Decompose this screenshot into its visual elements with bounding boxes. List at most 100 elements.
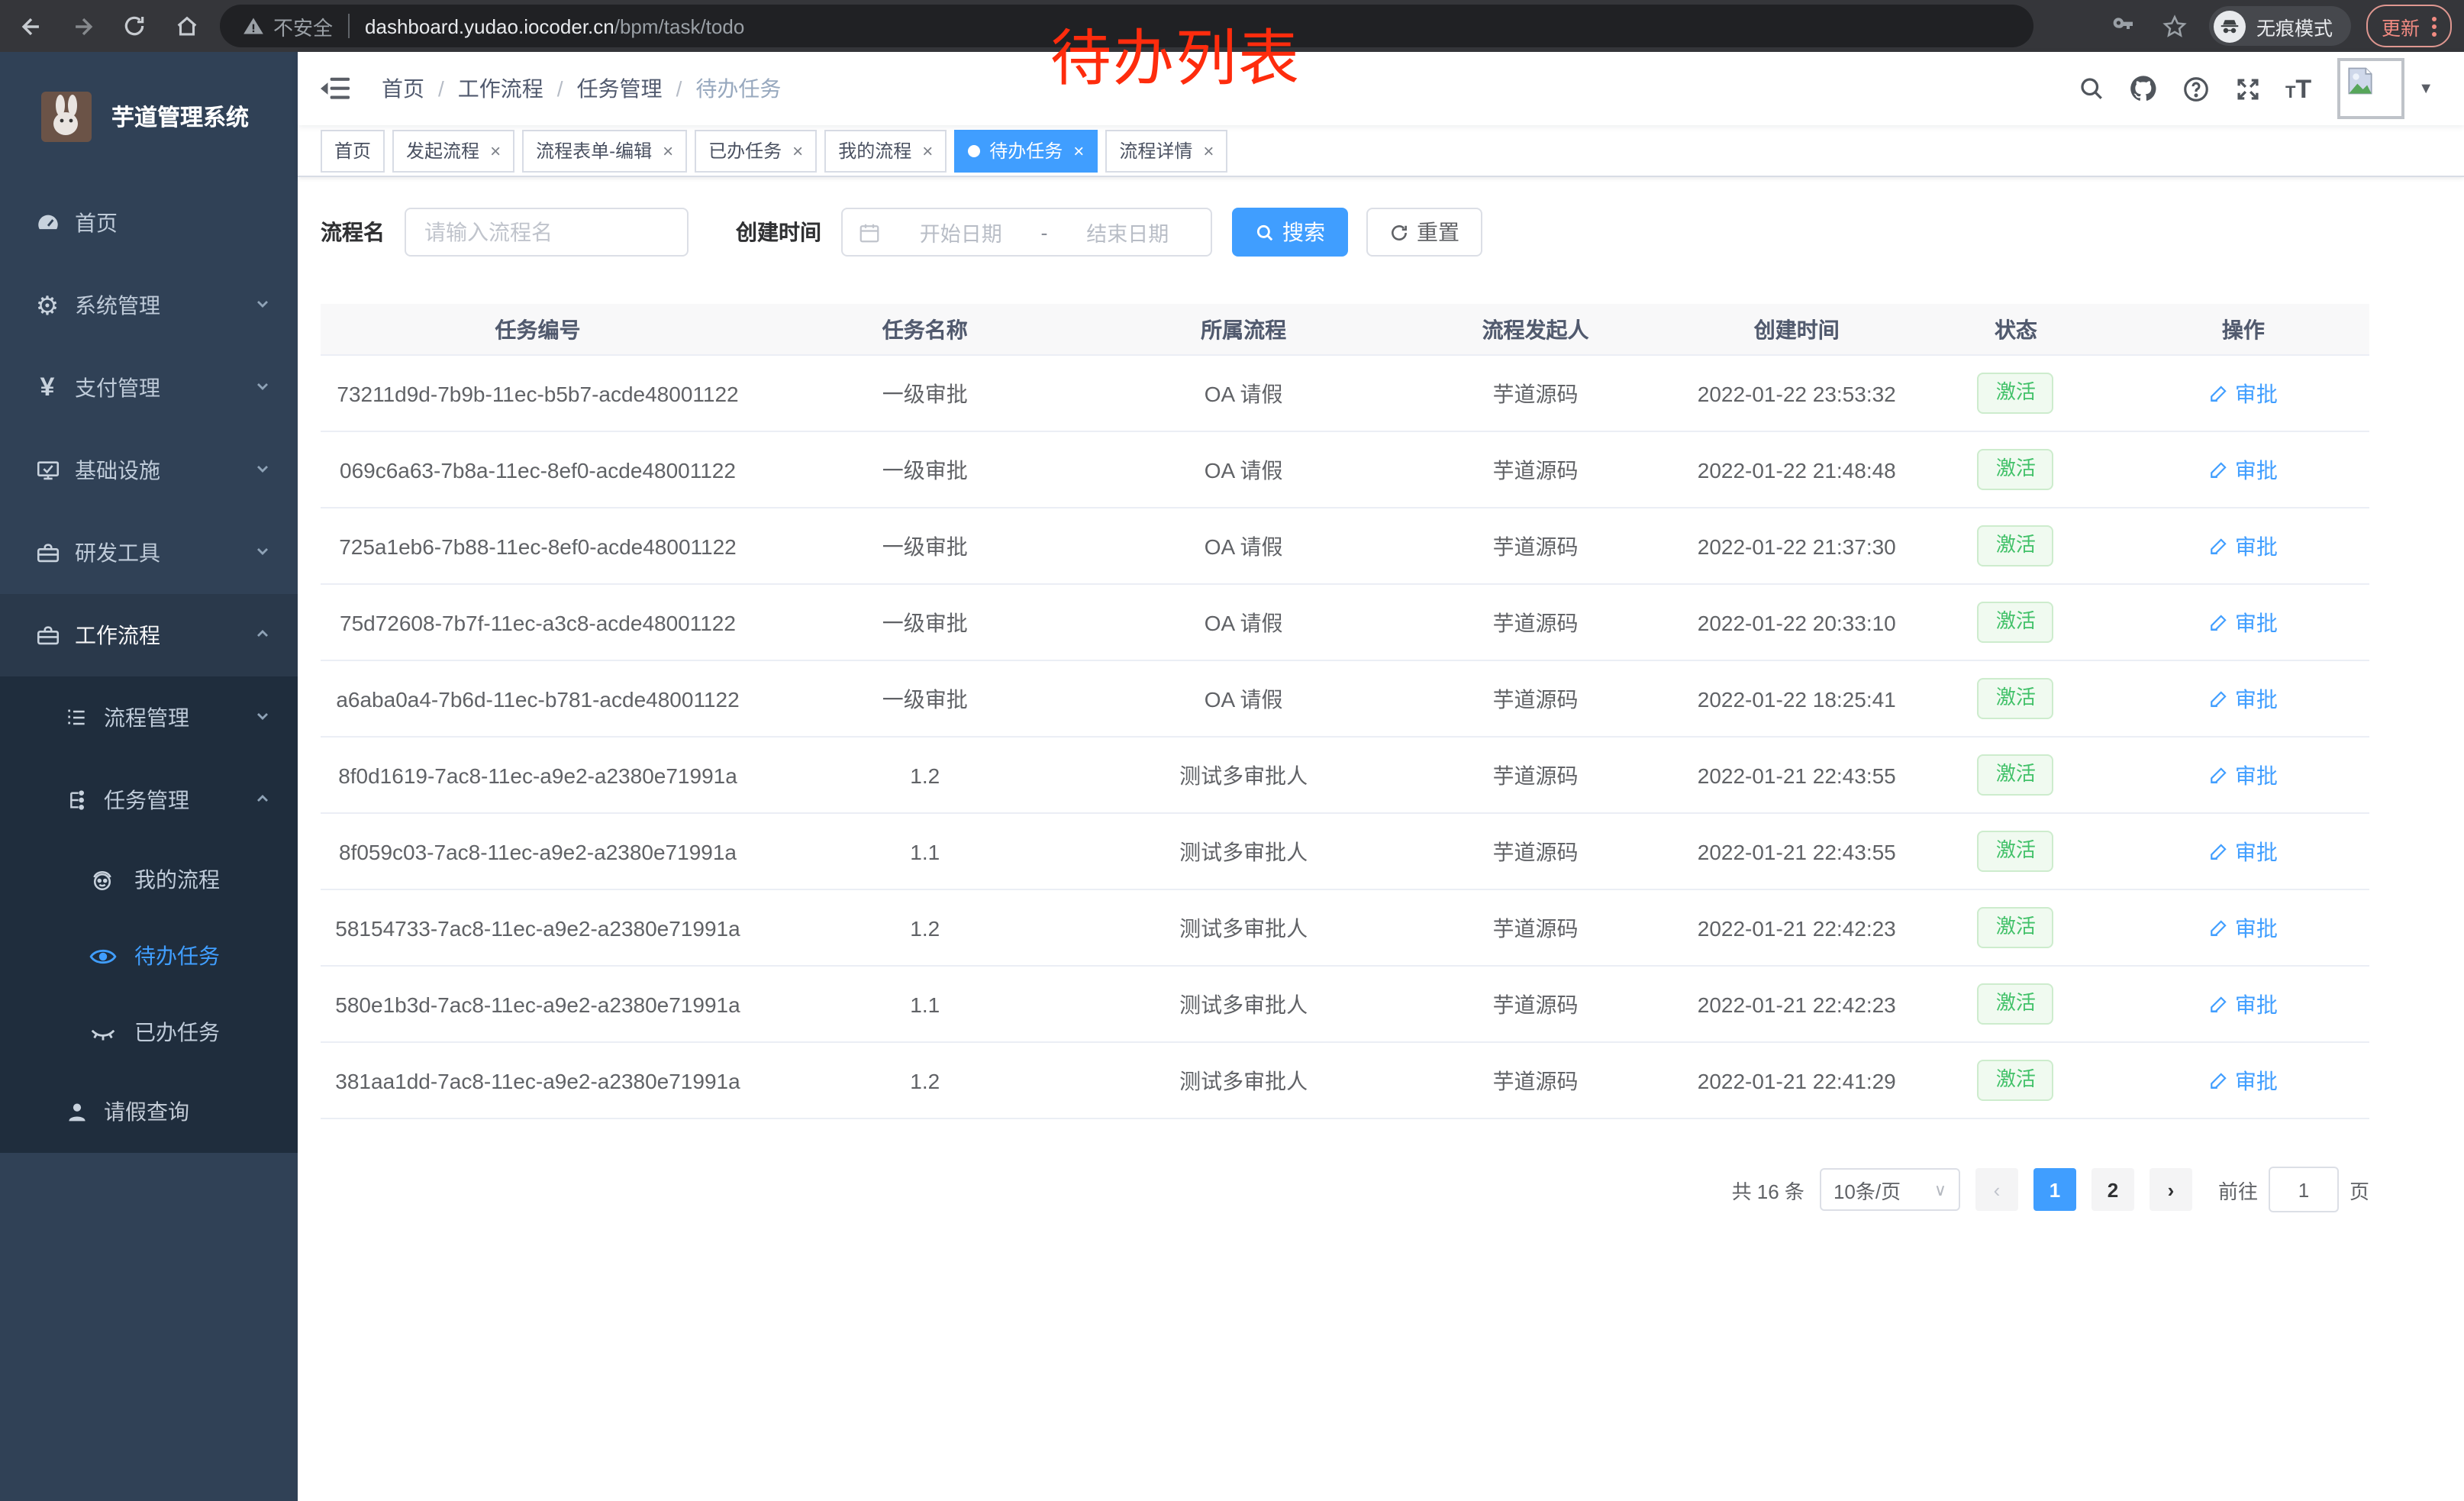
breadcrumb-separator: /	[438, 76, 444, 101]
approve-link[interactable]: 审批	[2209, 531, 2278, 561]
created-time-cell: 2022-01-22 20:33:10	[1679, 584, 1914, 660]
close-icon[interactable]: ×	[1073, 140, 1084, 161]
tab-process-form-edit[interactable]: 流程表单-编辑×	[522, 129, 687, 172]
search-button[interactable]: 搜索	[1232, 208, 1348, 257]
tab-my-process[interactable]: 我的流程×	[824, 129, 947, 172]
approve-link[interactable]: 审批	[2209, 454, 2278, 485]
sidebar-item-home[interactable]: 首页	[0, 182, 298, 264]
search-icon[interactable]	[2078, 75, 2105, 102]
close-icon[interactable]: ×	[663, 140, 673, 161]
forward-icon[interactable]	[64, 8, 101, 44]
sidebar-item-todo-tasks[interactable]: 待办任务	[0, 918, 298, 994]
close-icon[interactable]: ×	[1203, 140, 1214, 161]
sidebar-item-label: 待办任务	[134, 941, 220, 971]
status-badge: 激活	[1978, 602, 2054, 643]
app-logo	[41, 92, 92, 142]
sidebar-item-label: 首页	[75, 208, 118, 238]
task-id-cell: 8f059c03-7ac8-11ec-a9e2-a2380e71991a	[321, 813, 755, 889]
action-cell: 审批	[2117, 966, 2369, 1042]
help-icon[interactable]	[2182, 74, 2211, 103]
logo-bar[interactable]: 芋道管理系统	[0, 52, 298, 182]
approve-link[interactable]: 审批	[2209, 607, 2278, 638]
initiator-cell: 芋道源码	[1392, 1042, 1679, 1118]
security-warning: 不安全	[273, 11, 333, 40]
briefcase-icon	[34, 622, 61, 648]
approve-link[interactable]: 审批	[2209, 683, 2278, 714]
top-navbar: 首页 / 工作流程 / 任务管理 / 待办任务 TT	[298, 52, 2464, 125]
edit-pencil-icon	[2209, 536, 2229, 556]
page-button-2[interactable]: 2	[2091, 1168, 2134, 1211]
table-row: 58154733-7ac8-11ec-a9e2-a2380e71991a 1.2…	[321, 889, 2369, 966]
reset-button[interactable]: 重置	[1366, 208, 1482, 257]
approve-link[interactable]: 审批	[2209, 989, 2278, 1019]
bookmark-star-icon[interactable]	[2157, 8, 2194, 44]
incognito-badge: 无痕模式	[2209, 6, 2351, 46]
breadcrumb: 首页 / 工作流程 / 任务管理 / 待办任务	[382, 73, 781, 104]
breadcrumb-item[interactable]: 任务管理	[577, 73, 663, 104]
task-name-cell: 一级审批	[755, 431, 1095, 508]
sidebar-item-done-tasks[interactable]: 已办任务	[0, 994, 298, 1070]
update-button[interactable]: 更新	[2366, 5, 2452, 47]
goto-page: 前往 页	[2218, 1167, 2369, 1212]
next-page-button[interactable]: ›	[2150, 1168, 2192, 1211]
page-button-1[interactable]: 1	[2033, 1168, 2076, 1211]
column-header: 操作	[2117, 304, 2369, 355]
close-icon[interactable]: ×	[922, 140, 933, 161]
avatar-broken-image-icon[interactable]	[2337, 58, 2404, 119]
home-icon[interactable]	[168, 8, 205, 44]
breadcrumb-item[interactable]: 首页	[382, 73, 424, 104]
goto-page-input[interactable]	[2269, 1167, 2339, 1212]
process-cell: 测试多审批人	[1095, 889, 1392, 966]
sidebar-item-workflow[interactable]: 工作流程	[0, 594, 298, 676]
close-icon[interactable]: ×	[792, 140, 803, 161]
approve-link[interactable]: 审批	[2209, 836, 2278, 867]
avatar-dropdown-caret-icon[interactable]: ▼	[2418, 80, 2433, 97]
sidebar-item-label: 流程管理	[104, 702, 189, 733]
tab-start-process[interactable]: 发起流程×	[392, 129, 514, 172]
status-badge: 激活	[1978, 1060, 2054, 1101]
created-time-cell: 2022-01-22 23:53:32	[1679, 355, 1914, 431]
approve-link[interactable]: 审批	[2209, 378, 2278, 408]
tab-home[interactable]: 首页	[321, 129, 385, 172]
sidebar-item-task-mgmt[interactable]: 任务管理	[0, 759, 298, 841]
process-cell: OA 请假	[1095, 355, 1392, 431]
sidebar-item-infrastructure[interactable]: 基础设施	[0, 429, 298, 512]
approve-link[interactable]: 审批	[2209, 912, 2278, 943]
status-cell: 激活	[1914, 584, 2117, 660]
date-range-input[interactable]: 开始日期 - 结束日期	[841, 208, 1212, 257]
page-size-select[interactable]: 10条/页 ∨	[1820, 1168, 1960, 1211]
sidebar-item-my-process[interactable]: 我的流程	[0, 841, 298, 918]
sidebar-fold-icon[interactable]	[321, 76, 350, 101]
sidebar-item-leave-query[interactable]: 请假查询	[0, 1070, 298, 1153]
address-bar[interactable]: 不安全 dashboard.yudao.iocoder.cn/bpm/task/…	[220, 5, 2033, 47]
approve-link[interactable]: 审批	[2209, 760, 2278, 790]
tab-process-detail[interactable]: 流程详情×	[1105, 129, 1227, 172]
back-icon[interactable]	[12, 8, 49, 44]
approve-link[interactable]: 审批	[2209, 1065, 2278, 1096]
process-name-label: 流程名	[321, 217, 385, 247]
status-badge: 激活	[1978, 907, 2054, 948]
key-icon[interactable]	[2105, 8, 2142, 44]
action-cell: 审批	[2117, 431, 2369, 508]
initiator-cell: 芋道源码	[1392, 889, 1679, 966]
github-icon[interactable]	[2128, 73, 2159, 104]
fullscreen-icon[interactable]	[2233, 74, 2262, 103]
prev-page-button[interactable]: ‹	[1975, 1168, 2018, 1211]
sidebar-item-process-mgmt[interactable]: 流程管理	[0, 676, 298, 759]
sidebar-item-devtools[interactable]: 研发工具	[0, 512, 298, 594]
tab-done-tasks[interactable]: 已办任务×	[695, 129, 817, 172]
main-area: 首页 / 工作流程 / 任务管理 / 待办任务 TT	[298, 52, 2464, 1501]
breadcrumb-item[interactable]: 工作流程	[458, 73, 543, 104]
status-cell: 激活	[1914, 966, 2117, 1042]
tab-todo-tasks[interactable]: 待办任务×	[954, 129, 1098, 172]
sidebar-item-system[interactable]: ⚙ 系统管理	[0, 264, 298, 347]
process-cell: 测试多审批人	[1095, 813, 1392, 889]
font-size-icon[interactable]: TT	[2285, 76, 2311, 102]
reload-icon[interactable]	[116, 8, 153, 44]
end-date-placeholder: 结束日期	[1060, 217, 1196, 247]
close-icon[interactable]: ×	[490, 140, 501, 161]
created-time-cell: 2022-01-22 21:37:30	[1679, 508, 1914, 584]
browser-menu-icon[interactable]	[2432, 16, 2437, 36]
process-name-input[interactable]: 请输入流程名	[405, 208, 689, 257]
sidebar-item-payment[interactable]: ¥ 支付管理	[0, 347, 298, 429]
